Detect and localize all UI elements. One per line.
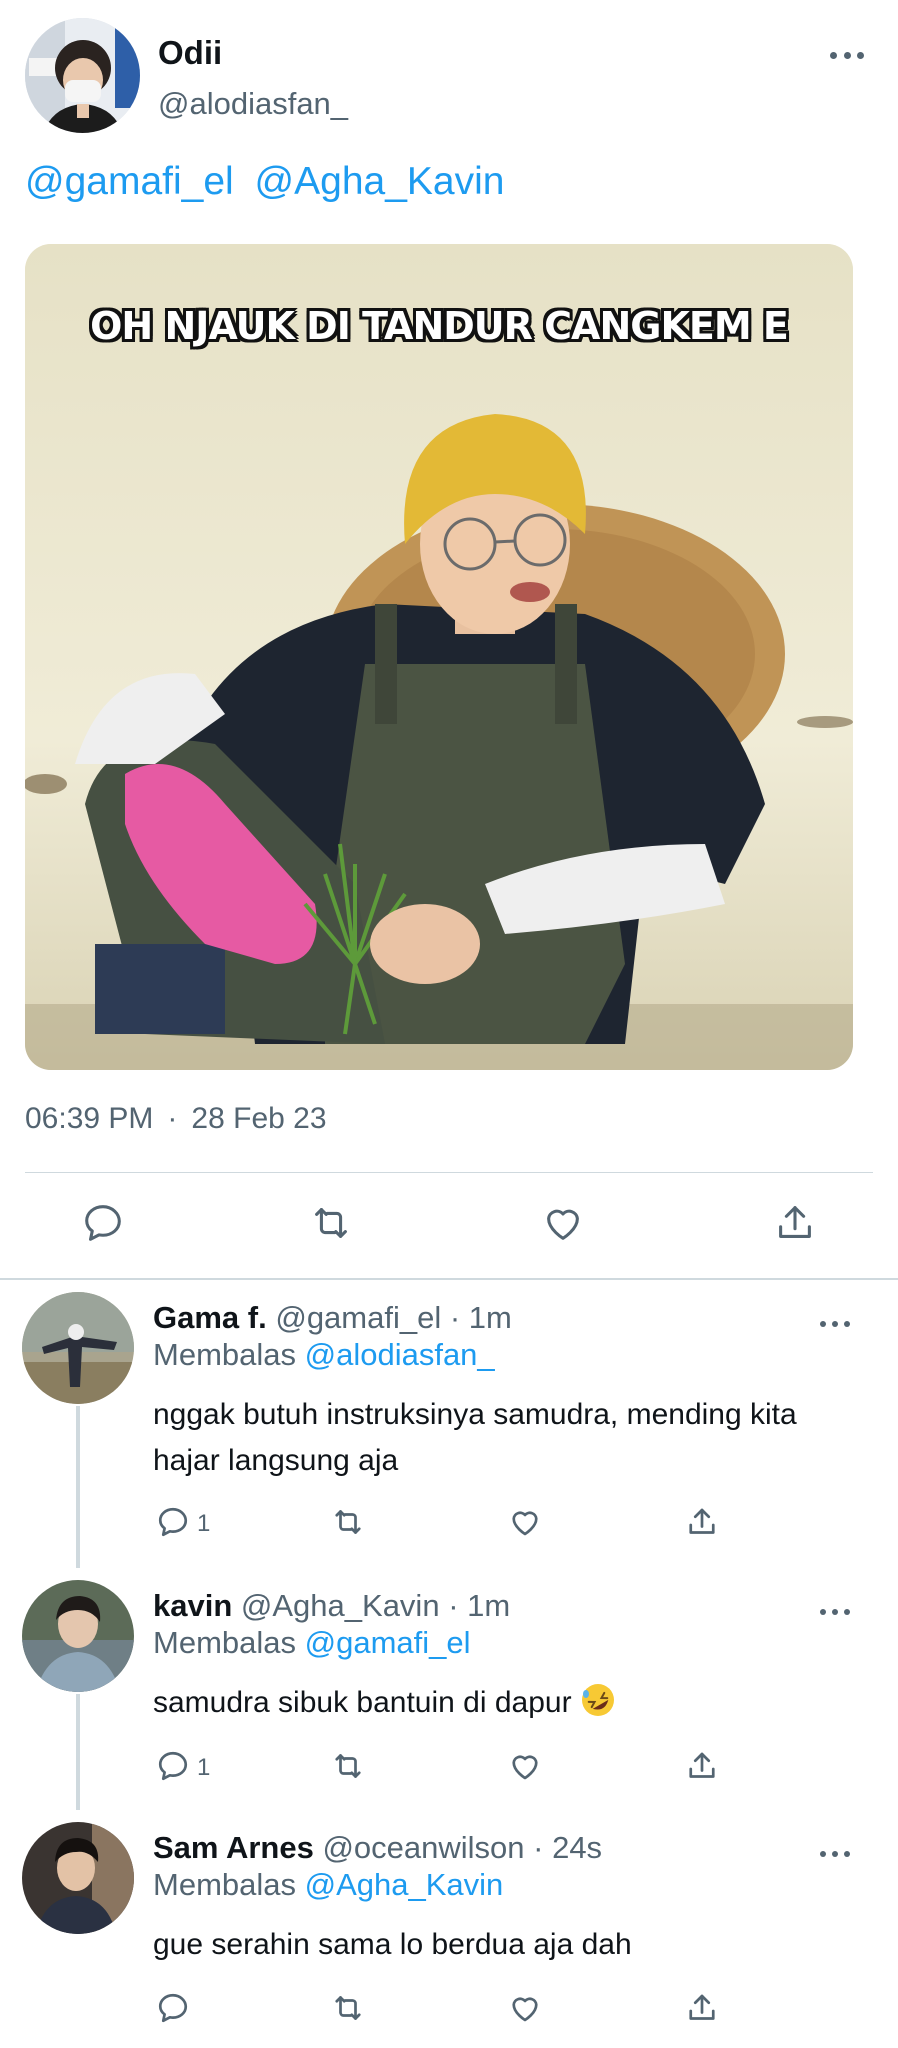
reply-text: nggak butuh instruksinya samudra, mendin… <box>153 1398 797 1477</box>
replying-to: Membalas @gamafi_el <box>153 1625 471 1661</box>
reply-display-name[interactable]: Sam Arnes <box>153 1830 314 1865</box>
speech-bubble-icon[interactable] <box>155 1748 191 1784</box>
reply-display-name[interactable]: kavin <box>153 1588 232 1623</box>
media-caption-text: OH NJAUK DI TANDUR CANGKEM E <box>90 304 789 348</box>
reply-handle[interactable]: @gamafi_el <box>275 1300 441 1335</box>
reply-time: · 1m <box>449 1300 512 1335</box>
author-handle[interactable]: @alodiasfan_ <box>158 86 348 122</box>
author-display-name[interactable]: Odii <box>158 34 222 72</box>
speech-bubble-icon[interactable] <box>155 1990 191 2026</box>
speech-bubble-icon[interactable] <box>80 1200 126 1246</box>
thread-line <box>76 1406 80 1568</box>
reply-header: Gama f. @gamafi_el · 1m <box>153 1300 512 1336</box>
thread-line <box>76 1694 80 1810</box>
reply-count: 1 <box>197 1754 211 1781</box>
avatar[interactable] <box>22 1822 134 1934</box>
rolling-on-floor-laughing-emoji <box>581 1684 614 1716</box>
main-tweet: Odii @alodiasfan_ @gamafi_el @Agha_Kavin <box>0 0 898 1280</box>
replying-to: Membalas @Agha_Kavin <box>153 1867 503 1903</box>
speech-bubble-icon[interactable] <box>155 1504 191 1540</box>
tweet-media-image[interactable]: OH NJAUK DI TANDUR CANGKEM E <box>25 244 853 1070</box>
reply-text: gue serahin sama lo berdua aja dah <box>153 1928 632 1961</box>
reply-handle[interactable]: @oceanwilson <box>322 1830 524 1865</box>
more-dots-icon[interactable] <box>820 1602 850 1622</box>
tweet-timestamp[interactable]: 06:39 PM · 28 Feb 23 <box>25 1102 327 1136</box>
heart-icon[interactable] <box>507 1990 543 2026</box>
heart-icon[interactable] <box>507 1748 543 1784</box>
avatar[interactable] <box>22 1292 134 1404</box>
tweet-actions <box>0 1200 898 1270</box>
more-dots-icon[interactable] <box>820 1314 850 1334</box>
replying-prefix: Membalas <box>153 1625 296 1660</box>
divider <box>25 1172 873 1173</box>
replying-prefix: Membalas <box>153 1337 296 1372</box>
retweet-icon[interactable] <box>330 1748 366 1784</box>
reply-tweet[interactable]: Sam Arnes @oceanwilson · 24s Membalas @A… <box>0 1810 898 2048</box>
replying-to-link[interactable]: @alodiasfan_ <box>305 1337 495 1372</box>
reply-tweet[interactable]: Gama f. @gamafi_el · 1m Membalas @alodia… <box>0 1280 898 1568</box>
reply-display-name[interactable]: Gama f. <box>153 1300 267 1335</box>
reply-time: · 1m <box>448 1588 511 1623</box>
share-upload-icon[interactable] <box>684 1748 720 1784</box>
reply-text: samudra sibuk bantuin di dapur <box>153 1686 572 1719</box>
reply-header: kavin @Agha_Kavin · 1m <box>153 1588 510 1624</box>
author-avatar[interactable] <box>25 18 140 133</box>
tweet-time: 06:39 PM <box>25 1102 154 1135</box>
replying-to-link[interactable]: @gamafi_el <box>305 1625 471 1660</box>
retweet-icon[interactable] <box>308 1200 354 1246</box>
replying-to-link[interactable]: @Agha_Kavin <box>305 1867 504 1902</box>
mention-link[interactable]: @Agha_Kavin <box>255 160 505 203</box>
share-upload-icon[interactable] <box>772 1200 818 1246</box>
reply-text-row: samudra sibuk bantuin di dapur <box>153 1680 853 1726</box>
reply-tweet[interactable]: kavin @Agha_Kavin · 1m Membalas @gamafi_… <box>0 1568 898 1810</box>
more-dots-icon[interactable] <box>830 40 864 70</box>
reply-time: · 24s <box>533 1830 603 1865</box>
tweet-date: 28 Feb 23 <box>191 1102 327 1135</box>
separator-dot: · <box>167 1102 178 1135</box>
retweet-icon[interactable] <box>330 1504 366 1540</box>
avatar[interactable] <box>22 1580 134 1692</box>
reply-header: Sam Arnes @oceanwilson · 24s <box>153 1830 602 1866</box>
mention-link[interactable]: @gamafi_el <box>25 160 234 203</box>
reply-handle[interactable]: @Agha_Kavin <box>241 1588 440 1623</box>
retweet-icon[interactable] <box>330 1990 366 2026</box>
reply-count: 1 <box>197 1510 211 1537</box>
heart-icon[interactable] <box>540 1200 586 1246</box>
share-upload-icon[interactable] <box>684 1990 720 2026</box>
share-upload-icon[interactable] <box>684 1504 720 1540</box>
replying-prefix: Membalas <box>153 1867 296 1902</box>
more-dots-icon[interactable] <box>820 1844 850 1864</box>
tweet-text: @gamafi_el @Agha_Kavin <box>25 160 514 204</box>
replying-to: Membalas @alodiasfan_ <box>153 1337 495 1373</box>
heart-icon[interactable] <box>507 1504 543 1540</box>
